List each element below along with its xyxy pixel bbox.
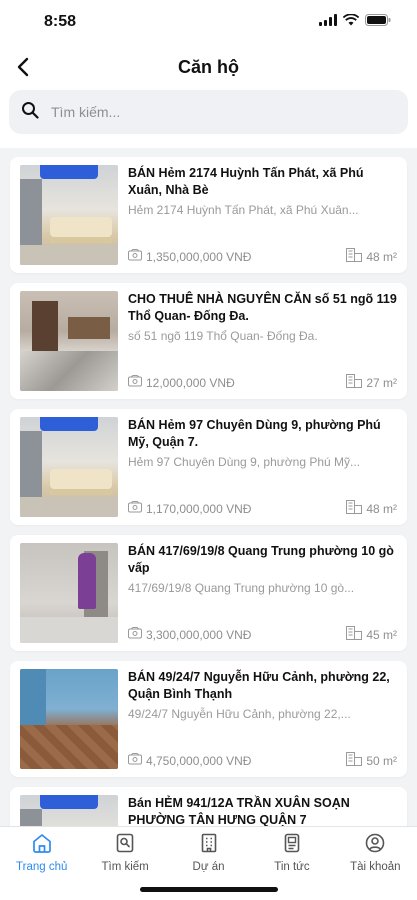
nav-bar: Căn hộ	[0, 44, 417, 90]
listing-area: 48 m²	[366, 249, 397, 264]
listing-title: BÁN Hẻm 2174 Huỳnh Tấn Phát, xã Phú Xuân…	[128, 166, 364, 197]
listing-address: 417/69/19/8 Quang Trung phường 10 gò...	[128, 581, 355, 595]
price-icon	[128, 501, 142, 516]
listing-card[interactable]: BÁN 417/69/19/8 Quang Trung phường 10 gò…	[10, 535, 407, 651]
listing-card[interactable]: BÁN Hẻm 97 Chuyên Dùng 9, phường Phú Mỹ,…	[10, 409, 407, 525]
listing-area: 50 m²	[366, 753, 397, 768]
account-icon	[364, 832, 386, 857]
news-icon	[281, 832, 303, 857]
search-area	[0, 90, 417, 148]
listing-list[interactable]: BÁN Hẻm 2174 Huỳnh Tấn Phát, xã Phú Xuân…	[0, 150, 417, 826]
search-input[interactable]	[51, 104, 396, 120]
listing-price: 1,170,000,000 VNĐ	[146, 501, 252, 516]
home-indicator	[139, 887, 278, 892]
listing-title: BÁN 417/69/19/8 Quang Trung phường 10 gò…	[128, 544, 394, 575]
tab-search[interactable]: Tìm kiếm	[83, 827, 166, 877]
home-icon	[31, 832, 53, 857]
listing-address: Hẻm 2174 Huỳnh Tấn Phát, xã Phú Xuân...	[128, 203, 359, 217]
search-icon	[21, 101, 39, 124]
listing-area: 45 m²	[366, 627, 397, 642]
area-icon	[346, 500, 363, 517]
page-title: Căn hộ	[178, 56, 239, 77]
tab-label: Trang chủ	[16, 860, 68, 873]
listing-address: số 51 ngõ 119 Thổ Quan- Đống Đa.	[128, 329, 318, 343]
price-icon	[128, 627, 142, 642]
wifi-icon	[342, 13, 360, 31]
tab-projects[interactable]: Dự án	[167, 827, 250, 877]
tab-bar: Trang chủ Tìm kiếm Dự án Tin tức Tài kho…	[0, 826, 417, 900]
price-icon	[128, 753, 142, 768]
tab-news[interactable]: Tin tức	[250, 827, 333, 877]
listing-card[interactable]: Bán HẺM 941/12A TRẦN XUÂN SOẠN PHƯỜNG TÂ…	[10, 787, 407, 826]
listing-title: Bán HẺM 941/12A TRẦN XUÂN SOẠN PHƯỜNG TÂ…	[128, 796, 350, 826]
listing-title: BÁN Hẻm 97 Chuyên Dùng 9, phường Phú Mỹ,…	[128, 418, 381, 449]
listing-address: 49/24/7 Nguyễn Hữu Cảnh, phường 22,...	[128, 707, 351, 721]
listing-title: BÁN 49/24/7 Nguyễn Hữu Cảnh, phường 22, …	[128, 670, 390, 701]
listing-image	[20, 669, 118, 769]
listing-area: 27 m²	[366, 375, 397, 390]
area-icon	[346, 374, 363, 391]
status-time: 8:58	[44, 13, 77, 30]
listing-image	[20, 543, 118, 643]
tab-label: Tin tức	[274, 860, 310, 873]
listing-address: Hẻm 97 Chuyên Dùng 9, phường Phú Mỹ...	[128, 455, 361, 469]
listing-price: 3,300,000,000 VNĐ	[146, 627, 252, 642]
listing-price: 4,750,000,000 VNĐ	[146, 753, 252, 768]
price-icon	[128, 375, 142, 390]
tab-label: Dự án	[192, 860, 225, 873]
listing-card[interactable]: CHO THUÊ NHÀ NGUYÊN CĂN số 51 ngõ 119 Th…	[10, 283, 407, 399]
status-icons	[319, 13, 391, 31]
tab-home[interactable]: Trang chủ	[0, 827, 83, 877]
tab-label: Tìm kiếm	[101, 860, 149, 873]
area-icon	[346, 248, 363, 265]
building-icon	[198, 832, 220, 857]
listing-image	[20, 291, 118, 391]
tab-label: Tài khoản	[350, 860, 401, 873]
listing-image	[20, 165, 118, 265]
listing-price: 12,000,000 VNĐ	[146, 375, 235, 390]
price-icon	[128, 249, 142, 264]
battery-icon	[365, 13, 391, 31]
tab-account[interactable]: Tài khoản	[334, 827, 417, 877]
listing-card[interactable]: BÁN 49/24/7 Nguyễn Hữu Cảnh, phường 22, …	[10, 661, 407, 777]
signal-icon	[319, 13, 337, 31]
listing-card[interactable]: BÁN Hẻm 2174 Huỳnh Tấn Phát, xã Phú Xuân…	[10, 157, 407, 273]
area-icon	[346, 626, 363, 643]
listing-image	[20, 417, 118, 517]
search-bar[interactable]	[9, 90, 408, 134]
listing-title: CHO THUÊ NHÀ NGUYÊN CĂN số 51 ngõ 119 Th…	[128, 292, 397, 323]
status-bar: 8:58	[0, 0, 417, 44]
listing-area: 48 m²	[366, 501, 397, 516]
listing-image	[20, 795, 118, 826]
back-icon[interactable]	[10, 54, 36, 80]
area-icon	[346, 752, 363, 769]
search-doc-icon	[114, 832, 136, 857]
listing-price: 1,350,000,000 VNĐ	[146, 249, 252, 264]
